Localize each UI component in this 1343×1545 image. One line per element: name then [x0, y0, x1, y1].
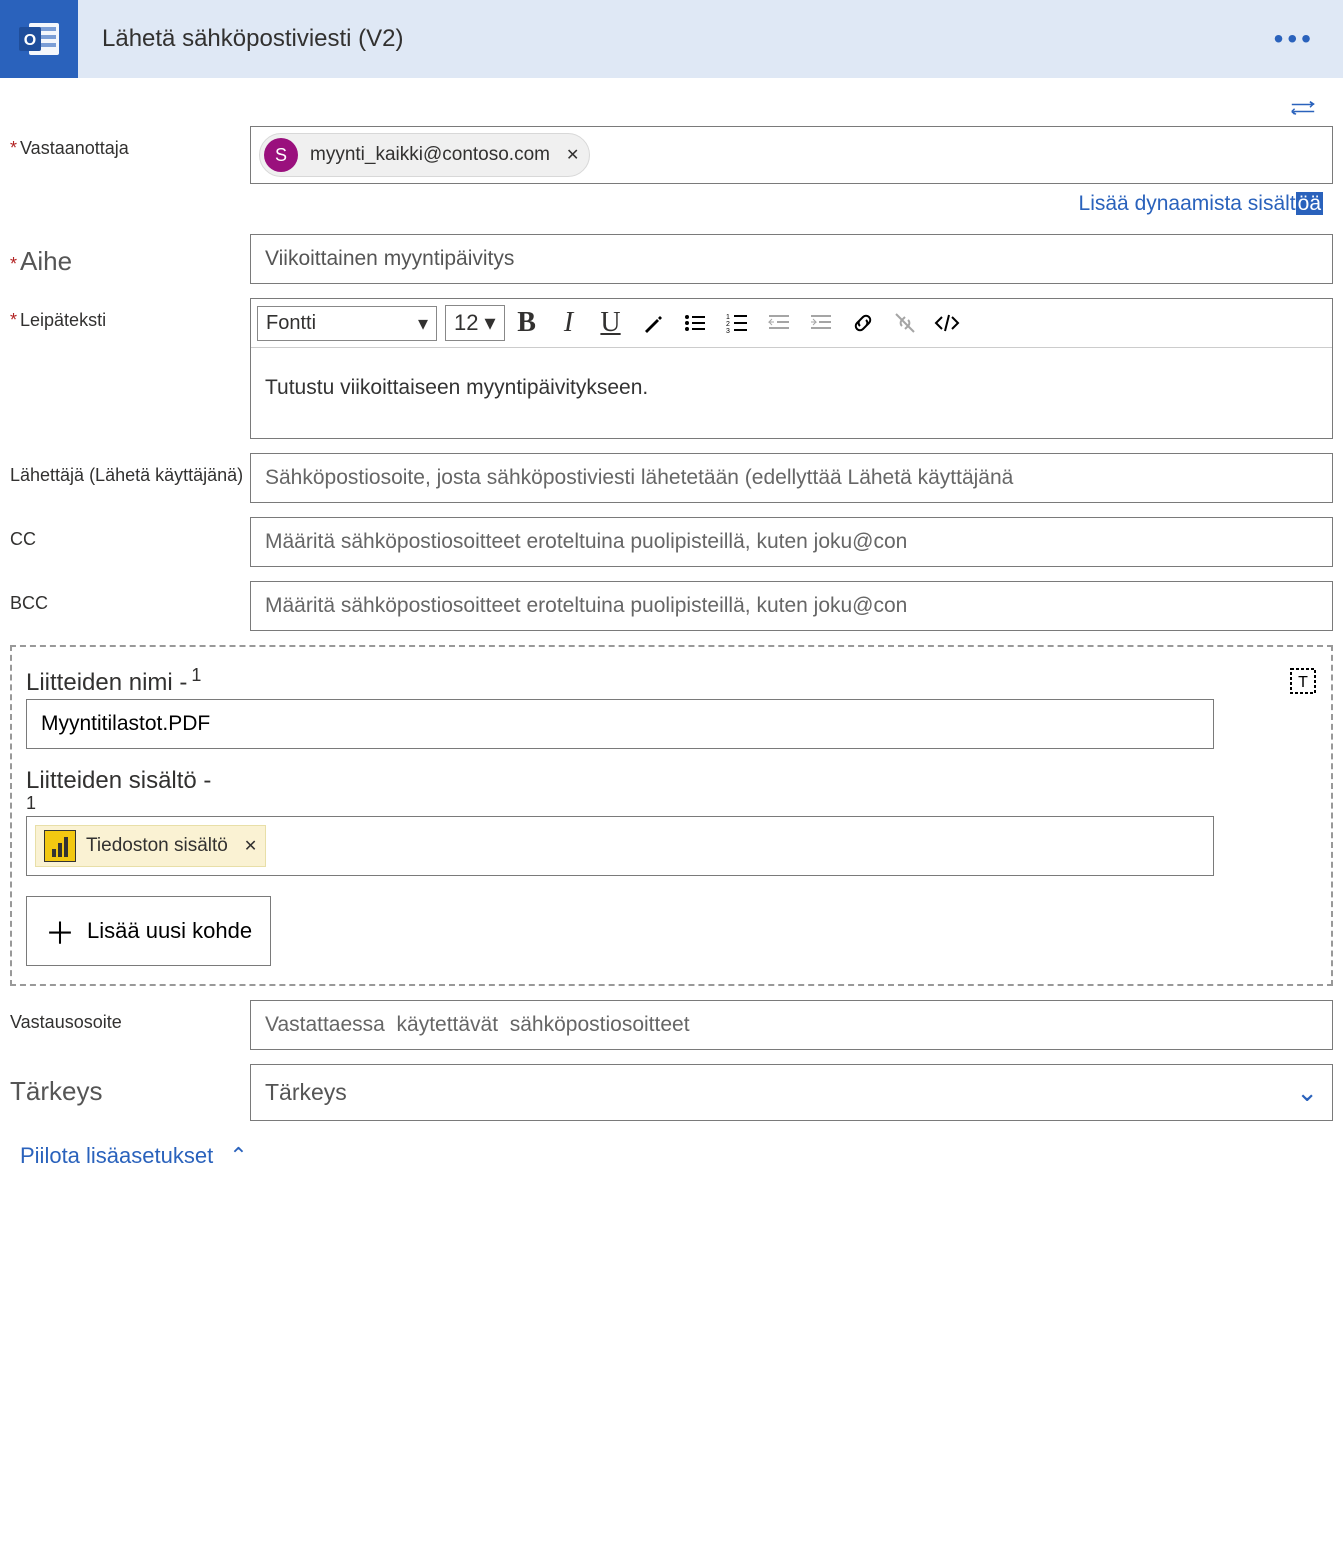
- link-button[interactable]: [843, 303, 883, 343]
- italic-button[interactable]: I: [549, 303, 589, 343]
- recipient-chip-email: myynti_kaikki@contoso.com: [310, 144, 550, 166]
- powerbi-icon: [44, 830, 76, 862]
- close-icon[interactable]: ✕: [244, 836, 257, 856]
- add-item-button[interactable]: ＋ Lisää uusi kohde: [26, 896, 271, 966]
- body-content[interactable]: Tutustu viikoittaiseen myyntipäivityksee…: [251, 348, 1332, 438]
- file-content-token[interactable]: Tiedoston sisältö ✕: [35, 825, 266, 867]
- chevron-down-icon: ▾: [484, 310, 495, 336]
- svg-text:3: 3: [726, 328, 730, 335]
- attachment-name-input[interactable]: [26, 699, 1214, 749]
- rich-text-editor: Fontti ▾ 12 ▾ B I U: [250, 298, 1333, 439]
- hide-advanced-link[interactable]: Piilota lisäasetukset ⌃: [10, 1135, 258, 1177]
- importance-label: Tärkeys: [10, 1064, 250, 1107]
- from-label: Lähettäjä (Lähetä käyttäjänä): [10, 453, 250, 486]
- subject-input[interactable]: [250, 234, 1333, 284]
- bullet-list-button[interactable]: [675, 303, 715, 343]
- chevron-down-icon: ⌄: [1296, 1077, 1318, 1108]
- more-menu-icon[interactable]: •••: [1266, 23, 1323, 55]
- indent-button: [801, 303, 841, 343]
- chevron-down-icon: ▾: [418, 311, 428, 336]
- font-dropdown[interactable]: Fontti ▾: [257, 306, 437, 341]
- svg-text:O: O: [24, 32, 36, 49]
- reply-to-label: Vastausosoite: [10, 1000, 250, 1033]
- svg-text:1: 1: [726, 314, 730, 321]
- recipient-input[interactable]: S myynti_kaikki@contoso.com ✕: [250, 126, 1333, 184]
- outlook-icon: O: [0, 0, 78, 78]
- swap-icon[interactable]: [1289, 96, 1317, 120]
- action-header: O Lähetä sähköpostiviesti (V2) •••: [0, 0, 1343, 78]
- attachment-name-label: Liitteiden nimi -1: [26, 665, 201, 697]
- attachment-content-label: Liitteiden sisältö -: [26, 767, 1317, 795]
- action-title: Lähetä sähköpostiviesti (V2): [78, 25, 1266, 53]
- token-label: Tiedoston sisältö: [86, 835, 228, 857]
- reply-to-input[interactable]: [250, 1000, 1333, 1050]
- bcc-label: BCC: [10, 581, 250, 614]
- editor-toolbar: Fontti ▾ 12 ▾ B I U: [251, 299, 1332, 348]
- svg-text:2: 2: [726, 321, 730, 328]
- attachments-section: Liitteiden nimi -1 T Liitteiden sisältö …: [10, 645, 1333, 986]
- outdent-button: [759, 303, 799, 343]
- body-label: *Leipäteksti: [10, 298, 250, 331]
- color-picker-button[interactable]: [633, 303, 673, 343]
- recipient-label: *Vastaanottaja: [10, 126, 250, 159]
- from-input[interactable]: [250, 453, 1333, 503]
- importance-dropdown[interactable]: Tärkeys ⌄: [250, 1064, 1333, 1121]
- plus-icon: ＋: [45, 909, 75, 953]
- bcc-input[interactable]: [250, 581, 1333, 631]
- add-dynamic-content-link[interactable]: Lisää dynaamista sisältöä: [1079, 192, 1323, 215]
- chevron-up-icon: ⌃: [229, 1143, 247, 1169]
- attachment-content-input[interactable]: Tiedoston sisältö ✕: [26, 816, 1214, 876]
- cc-input[interactable]: [250, 517, 1333, 567]
- code-view-button[interactable]: [927, 303, 967, 343]
- recipient-chip[interactable]: S myynti_kaikki@contoso.com ✕: [259, 133, 590, 177]
- avatar: S: [264, 138, 298, 172]
- subject-label: *Aihe: [10, 234, 250, 277]
- close-icon[interactable]: ✕: [566, 145, 579, 165]
- underline-button[interactable]: U: [591, 303, 631, 343]
- attachment-content-index: 1: [26, 793, 1317, 814]
- font-size-dropdown[interactable]: 12 ▾: [445, 305, 505, 341]
- cc-label: CC: [10, 517, 250, 550]
- array-toggle-icon[interactable]: T: [1289, 667, 1317, 695]
- bold-button[interactable]: B: [507, 303, 547, 343]
- unlink-button: [885, 303, 925, 343]
- numbered-list-button[interactable]: 123: [717, 303, 757, 343]
- svg-text:T: T: [1298, 674, 1308, 691]
